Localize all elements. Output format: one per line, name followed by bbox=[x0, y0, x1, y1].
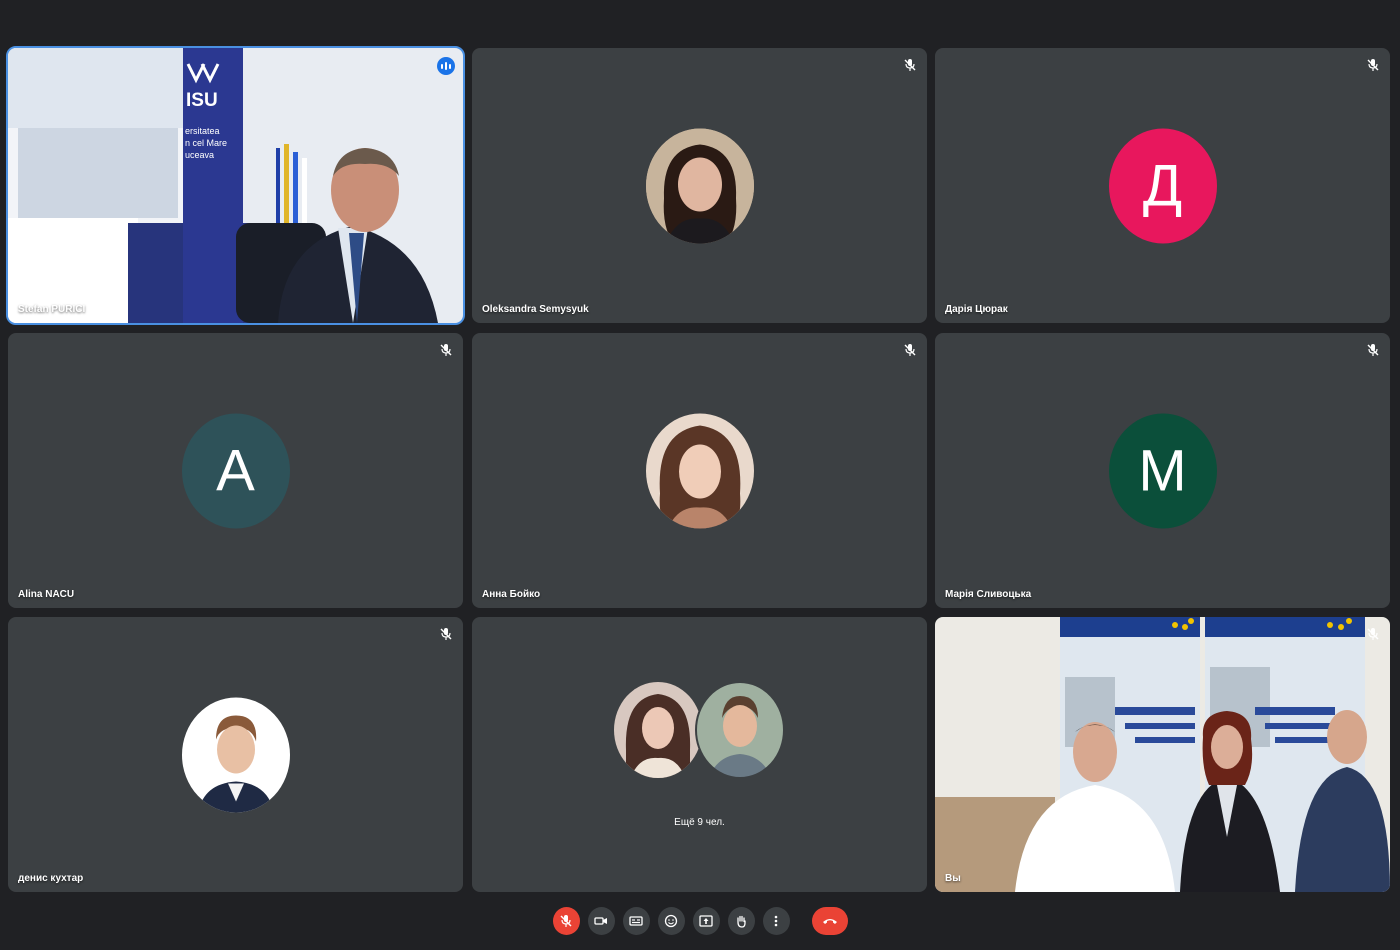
raise-hand-button[interactable] bbox=[727, 907, 755, 935]
captions-icon bbox=[629, 916, 643, 926]
participant-name: денис кухтар bbox=[18, 873, 84, 884]
more-icon bbox=[774, 915, 778, 927]
participant-name: Дарія Цюрак bbox=[945, 304, 1008, 315]
more-participants-label: Ещё 9 чел. bbox=[674, 817, 725, 828]
reactions-button[interactable] bbox=[657, 907, 685, 935]
call-controls bbox=[0, 907, 1400, 935]
mic-off-icon bbox=[440, 628, 452, 640]
mic-off-icon bbox=[904, 59, 916, 71]
svg-text:n cel Mare: n cel Mare bbox=[185, 138, 227, 148]
more-options-button[interactable] bbox=[762, 907, 790, 935]
mic-off-icon bbox=[1367, 628, 1379, 640]
mic-off-icon bbox=[904, 344, 916, 356]
participant-tile[interactable]: M Марія Сливоцька bbox=[935, 333, 1390, 608]
camera-icon bbox=[594, 917, 607, 925]
participant-avatar: M bbox=[1108, 413, 1217, 528]
participant-avatar bbox=[645, 413, 754, 528]
hang-up-icon bbox=[822, 919, 837, 924]
participant-name: Марія Сливоцька bbox=[945, 589, 1032, 600]
participant-avatar bbox=[645, 128, 754, 243]
captions-button[interactable] bbox=[622, 907, 650, 935]
participant-tile[interactable]: Анна Бойко bbox=[472, 333, 927, 608]
svg-text:uceava: uceava bbox=[185, 150, 214, 160]
more-participants-tile[interactable]: Ещё 9 чел. bbox=[472, 617, 927, 892]
present-icon bbox=[699, 915, 713, 927]
self-video bbox=[935, 617, 1390, 892]
speaking-indicator-icon bbox=[437, 57, 455, 75]
participant-tile[interactable]: Д Дарія Цюрак bbox=[935, 48, 1390, 323]
participant-video: ISU ersitatea n cel Mare uceava bbox=[8, 48, 463, 323]
toggle-mic-button[interactable] bbox=[552, 907, 580, 935]
participant-name: Анна Бойко bbox=[482, 589, 541, 600]
participant-name: Вы bbox=[945, 873, 961, 884]
participant-avatar: A bbox=[181, 413, 290, 528]
participant-name: Alina NACU bbox=[18, 589, 75, 600]
meeting-stage: ISU ersitatea n cel Mare uceava Stefan P… bbox=[0, 0, 1400, 950]
leave-call-button[interactable] bbox=[811, 907, 848, 935]
toggle-camera-button[interactable] bbox=[587, 907, 615, 935]
mic-off-icon bbox=[560, 915, 572, 927]
svg-text:ISU: ISU bbox=[186, 90, 218, 111]
raise-hand-icon bbox=[737, 915, 746, 928]
participant-tile[interactable]: денис кухтар bbox=[8, 617, 463, 892]
participant-name: Oleksandra Semysyuk bbox=[482, 304, 589, 315]
emoji-icon bbox=[664, 914, 678, 928]
participant-avatar bbox=[181, 697, 290, 812]
present-screen-button[interactable] bbox=[692, 907, 720, 935]
participant-avatar: Д bbox=[1108, 128, 1217, 243]
svg-text:ersitatea: ersitatea bbox=[185, 126, 220, 136]
self-tile[interactable]: Вы bbox=[935, 617, 1390, 892]
participant-tile[interactable]: ISU ersitatea n cel Mare uceava Stefan P… bbox=[6, 46, 465, 325]
participant-name: Stefan PURICI bbox=[18, 304, 86, 315]
mic-off-icon bbox=[1367, 344, 1379, 356]
mic-off-icon bbox=[440, 344, 452, 356]
mic-off-icon bbox=[1367, 59, 1379, 71]
participant-tile[interactable]: Oleksandra Semysyuk bbox=[472, 48, 927, 323]
more-participants-avatars bbox=[614, 681, 785, 779]
participant-tile[interactable]: A Alina NACU bbox=[8, 333, 463, 608]
